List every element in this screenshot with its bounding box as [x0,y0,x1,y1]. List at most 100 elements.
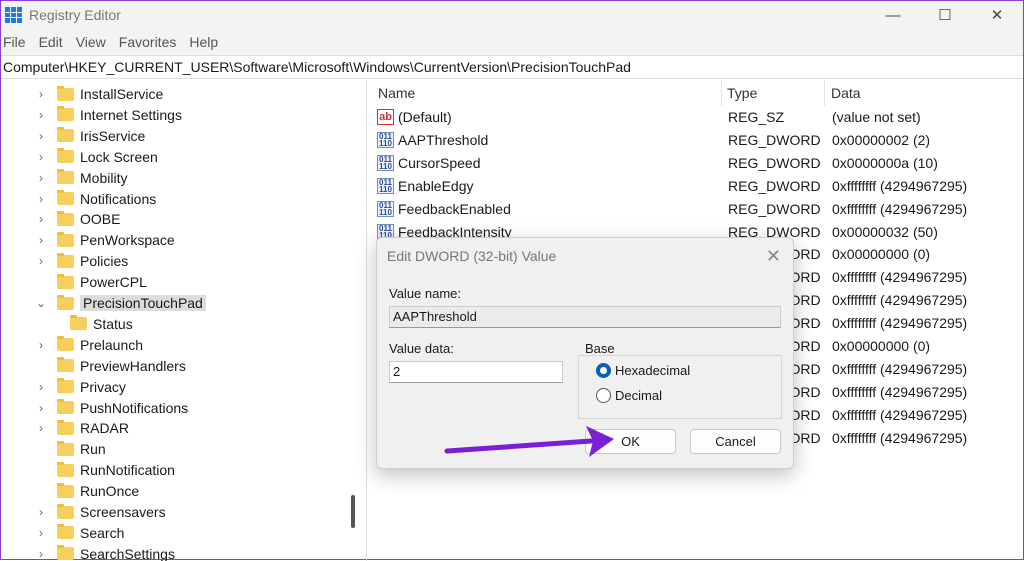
tree-item[interactable]: ⌄ PrecisionTouchPad [35,293,206,313]
chevron-right-icon[interactable]: › [35,129,47,143]
column-data[interactable]: Data [831,85,861,101]
value-data-label: Value data: [389,341,454,356]
hexadecimal-radio[interactable]: Hexadecimal [596,363,690,378]
folder-icon [70,315,87,331]
folder-icon [57,231,74,247]
tree-item[interactable]: Status [55,314,133,334]
maximize-button[interactable]: ☐ [919,1,971,29]
tree-item-label: Privacy [80,378,126,395]
ok-button[interactable]: OK [585,429,676,454]
tree-item[interactable]: › Prelaunch [35,335,143,355]
value-row[interactable]: 011 110 FeedbackEnabled REG_DWORD 0xfffffff… [369,198,1023,221]
menu-edit[interactable]: Edit [39,34,67,50]
tree-item[interactable]: › Mobility [35,168,127,188]
tree-item-label: PenWorkspace [80,232,175,249]
value-row[interactable]: 011 110 AAPThreshold REG_DWORD 0x00000002 (… [369,129,1023,152]
menu-help[interactable]: Help [189,34,222,50]
chevron-right-icon[interactable]: › [35,212,47,226]
column-type[interactable]: Type [727,85,757,101]
menu-file[interactable]: File [3,34,30,50]
address-bar[interactable]: Computer\HKEY_CURRENT_USER\Software\Micr… [1,55,1023,79]
folder-icon [57,378,74,394]
value-name: (Default) [398,109,452,125]
tree-item[interactable]: › OOBE [35,209,120,229]
value-data: 0xffffffff (4294967295) [832,177,968,194]
chevron-right-icon[interactable]: › [35,505,47,519]
tree-item[interactable]: › Policies [35,251,128,271]
chevron-right-icon[interactable]: › [35,401,47,415]
value-data: 0x00000000 (0) [832,246,931,263]
tree-item-label: Internet Settings [80,106,182,123]
chevron-down-icon[interactable]: ⌄ [35,296,47,310]
tree-item[interactable]: › InstallService [35,84,163,104]
tree-item-label: RunNotification [80,462,175,479]
tree-item-label: InstallService [80,86,164,102]
tree-item[interactable]: › RADAR [35,418,129,438]
tree-item-label: Screensavers [80,504,166,520]
tree-item[interactable]: › Search [35,523,124,543]
chevron-right-icon[interactable]: › [35,547,47,561]
value-row[interactable]: 011 110 CursorSpeed REG_DWORD 0x0000000a (1… [369,152,1023,175]
chevron-right-icon[interactable]: › [35,526,47,540]
tree-item[interactable]: › PushNotifications [35,398,188,418]
tree-item-label: Prelaunch [80,336,144,353]
decimal-radio[interactable]: Decimal [596,388,662,403]
folder-icon [57,482,74,498]
folder-icon [57,294,74,310]
value-row[interactable]: ab (Default) REG_SZ (value not set) [369,106,1023,129]
close-button[interactable]: ✕ [971,1,1023,29]
folder-icon [57,357,74,373]
binary-value-icon: 011 110 [377,154,394,171]
tree-item[interactable]: › PenWorkspace [35,230,175,250]
value-name: EnableEdgy [398,177,474,194]
value-row[interactable]: 011 110 EnableEdgy REG_DWORD 0xffffffff (42… [369,175,1023,198]
tree-item-label: Mobility [80,169,128,186]
tree-item[interactable]: › Privacy [35,377,126,397]
tree-item[interactable]: Run [35,439,106,459]
folder-icon [57,524,74,540]
tree-item[interactable]: PowerCPL [35,272,147,292]
chevron-right-icon[interactable]: › [35,87,47,101]
chevron-right-icon[interactable]: › [35,380,47,394]
tree-item-label: PushNotifications [80,399,189,416]
title-bar: Registry Editor — ☐ ✕ [1,1,1023,29]
value-data: 0xffffffff (4294967295) [832,360,968,377]
chevron-right-icon[interactable]: › [35,254,47,268]
chevron-right-icon[interactable]: › [35,421,47,435]
registry-editor-icon [5,7,22,23]
folder-icon [57,419,74,435]
menu-view[interactable]: View [76,34,110,50]
tree-item[interactable]: › Internet Settings [35,105,182,125]
value-data: 0xffffffff (4294967295) [832,292,968,309]
cancel-button[interactable]: Cancel [690,429,781,454]
column-name[interactable]: Name [378,85,415,101]
folder-icon [57,85,74,101]
chevron-right-icon[interactable]: › [35,192,47,206]
value-data: 0x0000000a (10) [832,154,938,171]
tree-item[interactable]: RunNotification [35,460,175,480]
menu-favorites[interactable]: Favorites [119,34,181,50]
tree-scrollbar[interactable] [351,495,355,528]
tree-item[interactable]: › Screensavers [35,502,166,522]
chevron-right-icon[interactable]: › [35,171,47,185]
tree-item[interactable]: PreviewHandlers [35,356,186,376]
chevron-right-icon[interactable]: › [35,233,47,247]
folder-icon [57,503,74,519]
chevron-right-icon[interactable]: › [35,150,47,164]
chevron-right-icon[interactable]: › [35,338,47,352]
dialog-close-icon[interactable]: ✕ [766,246,781,267]
tree-item[interactable]: › Notifications [35,189,156,209]
folder-icon [57,210,74,226]
value-data-input[interactable]: 2 [389,361,563,383]
tree-item-label: RADAR [80,420,130,437]
tree-item[interactable]: › Lock Screen [35,147,158,167]
tree-item-label: IrisService [80,127,146,144]
tree-item[interactable]: › IrisService [35,126,145,146]
chevron-right-icon[interactable]: › [35,108,47,122]
folder-icon [57,461,74,477]
folder-icon [57,252,74,268]
value-data: 0xffffffff (4294967295) [832,200,968,217]
tree-item[interactable]: › SearchSettings [35,544,175,561]
tree-item[interactable]: RunOnce [35,481,139,501]
minimize-button[interactable]: — [867,1,919,29]
